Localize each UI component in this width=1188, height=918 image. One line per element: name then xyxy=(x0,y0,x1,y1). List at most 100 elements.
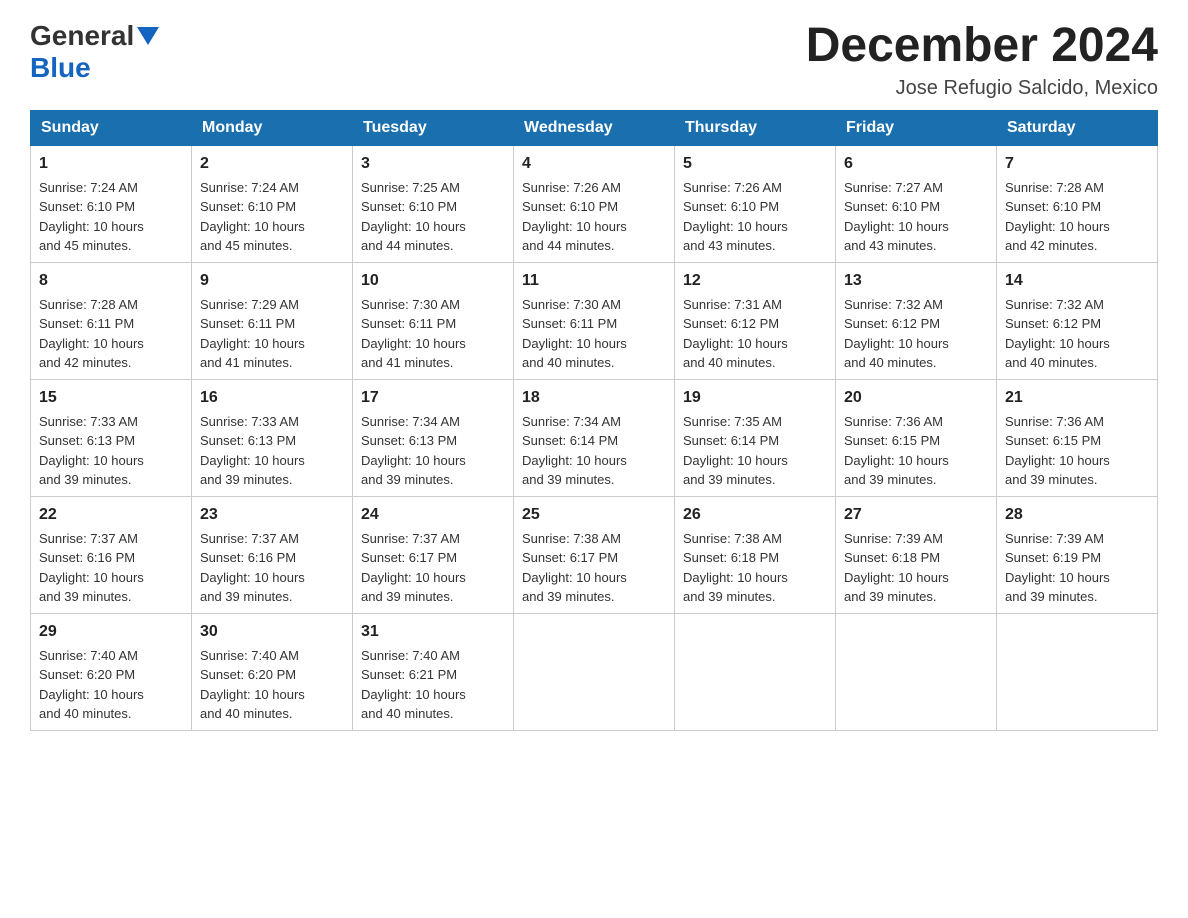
day-cell: 22Sunrise: 7:37 AMSunset: 6:16 PMDayligh… xyxy=(31,496,192,613)
day-number: 9 xyxy=(200,269,344,293)
day-cell: 1Sunrise: 7:24 AMSunset: 6:10 PMDaylight… xyxy=(31,145,192,262)
title-area: December 2024 Jose Refugio Salcido, Mexi… xyxy=(806,20,1158,100)
day-cell: 27Sunrise: 7:39 AMSunset: 6:18 PMDayligh… xyxy=(836,496,997,613)
day-number: 5 xyxy=(683,152,827,176)
day-cell: 20Sunrise: 7:36 AMSunset: 6:15 PMDayligh… xyxy=(836,379,997,496)
day-cell: 18Sunrise: 7:34 AMSunset: 6:14 PMDayligh… xyxy=(514,379,675,496)
day-cell: 9Sunrise: 7:29 AMSunset: 6:11 PMDaylight… xyxy=(192,262,353,379)
day-number: 8 xyxy=(39,269,183,293)
day-cell: 15Sunrise: 7:33 AMSunset: 6:13 PMDayligh… xyxy=(31,379,192,496)
day-cell: 8Sunrise: 7:28 AMSunset: 6:11 PMDaylight… xyxy=(31,262,192,379)
day-number: 11 xyxy=(522,269,666,293)
day-number: 27 xyxy=(844,503,988,527)
header-row: SundayMondayTuesdayWednesdayThursdayFrid… xyxy=(31,110,1158,145)
day-info: Sunrise: 7:30 AMSunset: 6:11 PMDaylight:… xyxy=(361,295,505,373)
day-info: Sunrise: 7:33 AMSunset: 6:13 PMDaylight:… xyxy=(200,412,344,490)
day-cell: 10Sunrise: 7:30 AMSunset: 6:11 PMDayligh… xyxy=(353,262,514,379)
day-info: Sunrise: 7:28 AMSunset: 6:10 PMDaylight:… xyxy=(1005,178,1149,256)
day-number: 21 xyxy=(1005,386,1149,410)
day-info: Sunrise: 7:37 AMSunset: 6:16 PMDaylight:… xyxy=(39,529,183,607)
day-cell: 25Sunrise: 7:38 AMSunset: 6:17 PMDayligh… xyxy=(514,496,675,613)
day-number: 31 xyxy=(361,620,505,644)
day-cell: 2Sunrise: 7:24 AMSunset: 6:10 PMDaylight… xyxy=(192,145,353,262)
day-number: 25 xyxy=(522,503,666,527)
day-cell: 14Sunrise: 7:32 AMSunset: 6:12 PMDayligh… xyxy=(997,262,1158,379)
day-info: Sunrise: 7:24 AMSunset: 6:10 PMDaylight:… xyxy=(200,178,344,256)
day-info: Sunrise: 7:36 AMSunset: 6:15 PMDaylight:… xyxy=(844,412,988,490)
day-number: 19 xyxy=(683,386,827,410)
day-info: Sunrise: 7:24 AMSunset: 6:10 PMDaylight:… xyxy=(39,178,183,256)
week-row-4: 22Sunrise: 7:37 AMSunset: 6:16 PMDayligh… xyxy=(31,496,1158,613)
day-info: Sunrise: 7:38 AMSunset: 6:18 PMDaylight:… xyxy=(683,529,827,607)
day-info: Sunrise: 7:27 AMSunset: 6:10 PMDaylight:… xyxy=(844,178,988,256)
day-cell: 3Sunrise: 7:25 AMSunset: 6:10 PMDaylight… xyxy=(353,145,514,262)
day-info: Sunrise: 7:40 AMSunset: 6:21 PMDaylight:… xyxy=(361,646,505,724)
day-number: 28 xyxy=(1005,503,1149,527)
day-info: Sunrise: 7:39 AMSunset: 6:19 PMDaylight:… xyxy=(1005,529,1149,607)
day-info: Sunrise: 7:28 AMSunset: 6:11 PMDaylight:… xyxy=(39,295,183,373)
day-info: Sunrise: 7:25 AMSunset: 6:10 PMDaylight:… xyxy=(361,178,505,256)
day-number: 22 xyxy=(39,503,183,527)
day-cell: 12Sunrise: 7:31 AMSunset: 6:12 PMDayligh… xyxy=(675,262,836,379)
day-number: 12 xyxy=(683,269,827,293)
day-number: 15 xyxy=(39,386,183,410)
day-info: Sunrise: 7:26 AMSunset: 6:10 PMDaylight:… xyxy=(683,178,827,256)
day-info: Sunrise: 7:40 AMSunset: 6:20 PMDaylight:… xyxy=(200,646,344,724)
day-info: Sunrise: 7:40 AMSunset: 6:20 PMDaylight:… xyxy=(39,646,183,724)
day-info: Sunrise: 7:39 AMSunset: 6:18 PMDaylight:… xyxy=(844,529,988,607)
day-number: 4 xyxy=(522,152,666,176)
day-cell: 26Sunrise: 7:38 AMSunset: 6:18 PMDayligh… xyxy=(675,496,836,613)
week-row-3: 15Sunrise: 7:33 AMSunset: 6:13 PMDayligh… xyxy=(31,379,1158,496)
day-cell: 19Sunrise: 7:35 AMSunset: 6:14 PMDayligh… xyxy=(675,379,836,496)
week-row-1: 1Sunrise: 7:24 AMSunset: 6:10 PMDaylight… xyxy=(31,145,1158,262)
day-number: 14 xyxy=(1005,269,1149,293)
calendar-table: SundayMondayTuesdayWednesdayThursdayFrid… xyxy=(30,110,1158,731)
week-row-2: 8Sunrise: 7:28 AMSunset: 6:11 PMDaylight… xyxy=(31,262,1158,379)
calendar-subtitle: Jose Refugio Salcido, Mexico xyxy=(806,77,1158,100)
day-info: Sunrise: 7:35 AMSunset: 6:14 PMDaylight:… xyxy=(683,412,827,490)
day-cell: 5Sunrise: 7:26 AMSunset: 6:10 PMDaylight… xyxy=(675,145,836,262)
day-cell: 21Sunrise: 7:36 AMSunset: 6:15 PMDayligh… xyxy=(997,379,1158,496)
day-info: Sunrise: 7:38 AMSunset: 6:17 PMDaylight:… xyxy=(522,529,666,607)
day-cell: 17Sunrise: 7:34 AMSunset: 6:13 PMDayligh… xyxy=(353,379,514,496)
day-info: Sunrise: 7:33 AMSunset: 6:13 PMDaylight:… xyxy=(39,412,183,490)
day-number: 23 xyxy=(200,503,344,527)
day-number: 1 xyxy=(39,152,183,176)
day-info: Sunrise: 7:30 AMSunset: 6:11 PMDaylight:… xyxy=(522,295,666,373)
day-cell: 7Sunrise: 7:28 AMSunset: 6:10 PMDaylight… xyxy=(997,145,1158,262)
logo-general: General xyxy=(30,20,134,52)
day-number: 10 xyxy=(361,269,505,293)
calendar-title: December 2024 xyxy=(806,20,1158,73)
day-info: Sunrise: 7:37 AMSunset: 6:16 PMDaylight:… xyxy=(200,529,344,607)
col-header-sunday: Sunday xyxy=(31,110,192,145)
day-cell: 4Sunrise: 7:26 AMSunset: 6:10 PMDaylight… xyxy=(514,145,675,262)
week-row-5: 29Sunrise: 7:40 AMSunset: 6:20 PMDayligh… xyxy=(31,613,1158,730)
day-number: 18 xyxy=(522,386,666,410)
logo-blue: Blue xyxy=(30,52,91,84)
day-number: 30 xyxy=(200,620,344,644)
col-header-tuesday: Tuesday xyxy=(353,110,514,145)
day-info: Sunrise: 7:32 AMSunset: 6:12 PMDaylight:… xyxy=(844,295,988,373)
day-info: Sunrise: 7:34 AMSunset: 6:14 PMDaylight:… xyxy=(522,412,666,490)
day-number: 29 xyxy=(39,620,183,644)
day-info: Sunrise: 7:37 AMSunset: 6:17 PMDaylight:… xyxy=(361,529,505,607)
day-number: 3 xyxy=(361,152,505,176)
day-cell: 13Sunrise: 7:32 AMSunset: 6:12 PMDayligh… xyxy=(836,262,997,379)
day-info: Sunrise: 7:31 AMSunset: 6:12 PMDaylight:… xyxy=(683,295,827,373)
day-cell xyxy=(836,613,997,730)
day-info: Sunrise: 7:32 AMSunset: 6:12 PMDaylight:… xyxy=(1005,295,1149,373)
col-header-wednesday: Wednesday xyxy=(514,110,675,145)
day-cell: 23Sunrise: 7:37 AMSunset: 6:16 PMDayligh… xyxy=(192,496,353,613)
col-header-saturday: Saturday xyxy=(997,110,1158,145)
day-info: Sunrise: 7:29 AMSunset: 6:11 PMDaylight:… xyxy=(200,295,344,373)
day-cell: 30Sunrise: 7:40 AMSunset: 6:20 PMDayligh… xyxy=(192,613,353,730)
day-number: 20 xyxy=(844,386,988,410)
logo-triangle-icon xyxy=(137,27,159,47)
header: General Blue December 2024 Jose Refugio … xyxy=(30,20,1158,100)
day-cell: 29Sunrise: 7:40 AMSunset: 6:20 PMDayligh… xyxy=(31,613,192,730)
col-header-thursday: Thursday xyxy=(675,110,836,145)
day-number: 24 xyxy=(361,503,505,527)
day-cell xyxy=(675,613,836,730)
logo: General Blue xyxy=(30,20,159,84)
day-cell xyxy=(514,613,675,730)
